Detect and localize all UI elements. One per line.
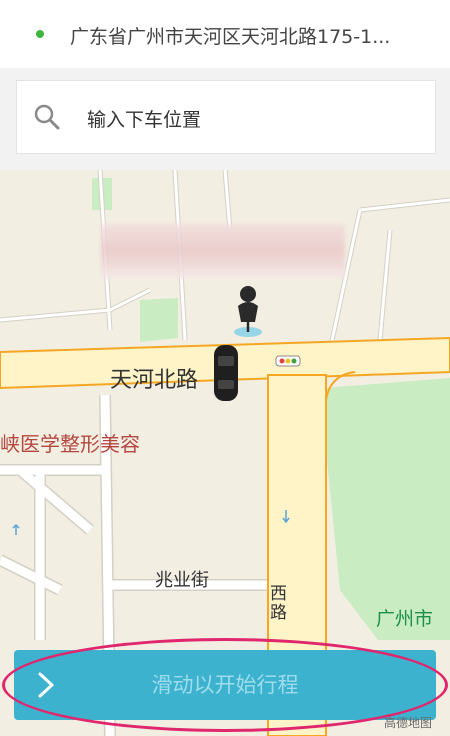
district-label: 广州市	[376, 608, 434, 630]
blurred-info-card	[101, 224, 345, 278]
search-icon	[33, 103, 61, 131]
street-label: 兆业街	[155, 570, 209, 591]
destination-placeholder: 输入下车位置	[87, 109, 202, 131]
origin-dot-icon	[36, 30, 44, 38]
slide-to-start-trip[interactable]: 滑动以开始行程	[14, 650, 436, 720]
chevron-right-icon[interactable]	[14, 650, 78, 720]
origin-address: 广东省广州市天河区天河北路175-1...	[70, 26, 391, 48]
vertical-road-label: 西路	[266, 584, 286, 622]
road-label-tianhe-north: 天河北路	[110, 368, 199, 393]
map-logo: 高德地图	[384, 716, 433, 730]
origin-row[interactable]: 广东省广州市天河区天河北路175-1...	[0, 0, 450, 68]
trip-panel: 广东省广州市天河区天河北路175-1... 输入下车位置	[0, 0, 450, 170]
poi-label: 峡医学整形美容	[0, 432, 140, 456]
destination-search-input[interactable]: 输入下车位置	[16, 80, 436, 154]
